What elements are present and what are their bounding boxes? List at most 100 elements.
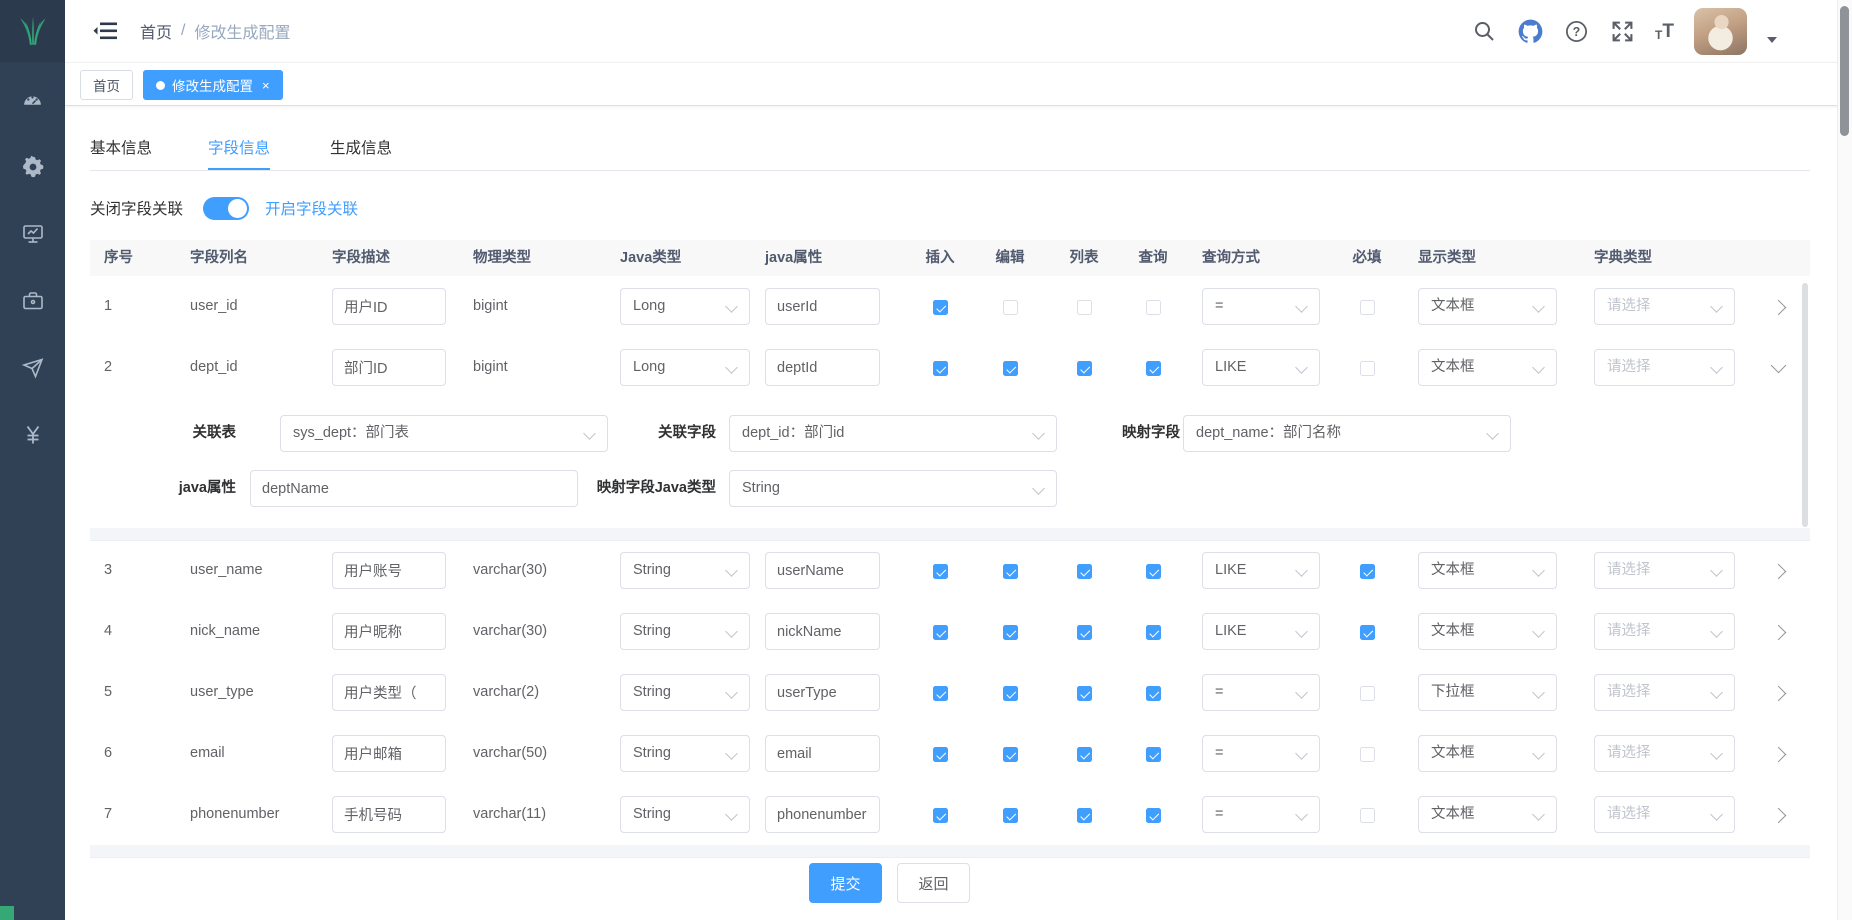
list-checkbox[interactable]: [1077, 808, 1092, 823]
sidebar-item-dashboard-gauge[interactable]: [0, 66, 65, 133]
insert-checkbox[interactable]: [933, 300, 948, 315]
list-checkbox[interactable]: [1077, 300, 1092, 315]
column-comment-input[interactable]: [332, 796, 446, 833]
query-checkbox[interactable]: [1146, 808, 1161, 823]
query-checkbox[interactable]: [1146, 361, 1161, 376]
dict-type-select[interactable]: 请选择: [1594, 735, 1735, 772]
dict-type-select[interactable]: 请选择: [1594, 613, 1735, 650]
java-type-select[interactable]: String: [620, 552, 750, 589]
expand-row-icon[interactable]: [1771, 564, 1787, 580]
java-type-select[interactable]: Long: [620, 349, 750, 386]
list-checkbox[interactable]: [1077, 564, 1092, 579]
expand-row-icon[interactable]: [1771, 625, 1787, 641]
tag-close-icon[interactable]: ×: [262, 79, 270, 92]
back-button[interactable]: 返回: [897, 863, 970, 903]
table-scrollbar-thumb[interactable]: [1802, 283, 1808, 527]
expand-row-icon[interactable]: [1771, 747, 1787, 763]
java_attr-input[interactable]: [250, 470, 578, 507]
query-type-select[interactable]: =: [1202, 674, 1320, 711]
font-size-icon[interactable]: TT: [1655, 22, 1674, 41]
column-comment-input[interactable]: [332, 552, 446, 589]
app-logo[interactable]: [0, 0, 65, 62]
github-icon[interactable]: [1517, 18, 1543, 44]
java-type-select[interactable]: String: [620, 613, 750, 650]
query-checkbox[interactable]: [1146, 747, 1161, 762]
search-icon[interactable]: [1471, 18, 1497, 44]
query-checkbox[interactable]: [1146, 300, 1161, 315]
required-checkbox[interactable]: [1360, 686, 1375, 701]
insert-checkbox[interactable]: [933, 564, 948, 579]
breadcrumb-home[interactable]: 首页: [140, 19, 172, 43]
java-field-input[interactable]: [765, 349, 880, 386]
java-type-select[interactable]: Long: [620, 288, 750, 325]
map_field-select[interactable]: dept_name：部门名称: [1183, 415, 1511, 452]
query-checkbox[interactable]: [1146, 686, 1161, 701]
edit-checkbox[interactable]: [1003, 361, 1018, 376]
java-field-input[interactable]: [765, 288, 880, 325]
query-type-select[interactable]: =: [1202, 735, 1320, 772]
required-checkbox[interactable]: [1360, 747, 1375, 762]
java-type-select[interactable]: String: [620, 674, 750, 711]
edit-checkbox[interactable]: [1003, 300, 1018, 315]
query-type-select[interactable]: LIKE: [1202, 349, 1320, 386]
assoc_table-select[interactable]: sys_dept：部门表: [280, 415, 608, 452]
tab-field-info[interactable]: 字段信息: [208, 128, 270, 169]
query-type-select[interactable]: LIKE: [1202, 552, 1320, 589]
insert-checkbox[interactable]: [933, 625, 948, 640]
edit-checkbox[interactable]: [1003, 564, 1018, 579]
edit-checkbox[interactable]: [1003, 686, 1018, 701]
java-type-select[interactable]: String: [620, 796, 750, 833]
insert-checkbox[interactable]: [933, 361, 948, 376]
query-type-select[interactable]: =: [1202, 796, 1320, 833]
query-checkbox[interactable]: [1146, 564, 1161, 579]
expand-row-icon[interactable]: [1771, 686, 1787, 702]
query-type-select[interactable]: LIKE: [1202, 613, 1320, 650]
edit-checkbox[interactable]: [1003, 808, 1018, 823]
sidebar-item-settings-gear[interactable]: [0, 133, 65, 200]
java-field-input[interactable]: [765, 613, 880, 650]
java-field-input[interactable]: [765, 735, 880, 772]
query-type-select[interactable]: =: [1202, 288, 1320, 325]
list-checkbox[interactable]: [1077, 747, 1092, 762]
column-comment-input[interactable]: [332, 674, 446, 711]
html-type-select[interactable]: 文本框: [1418, 613, 1557, 650]
required-checkbox[interactable]: [1360, 361, 1375, 376]
column-comment-input[interactable]: [332, 288, 446, 325]
column-comment-input[interactable]: [332, 735, 446, 772]
column-comment-input[interactable]: [332, 349, 446, 386]
dict-type-select[interactable]: 请选择: [1594, 288, 1735, 325]
map_java_type-select[interactable]: String: [729, 470, 1057, 507]
list-checkbox[interactable]: [1077, 361, 1092, 376]
tag-active[interactable]: 修改生成配置×: [143, 70, 283, 100]
required-checkbox[interactable]: [1360, 625, 1375, 640]
html-type-select[interactable]: 文本框: [1418, 735, 1557, 772]
field-association-switch[interactable]: [203, 197, 249, 220]
open-field-association-link[interactable]: 开启字段关联: [265, 197, 358, 219]
java-type-select[interactable]: String: [620, 735, 750, 772]
java-field-input[interactable]: [765, 552, 880, 589]
page-scrollbar-thumb[interactable]: [1840, 6, 1849, 136]
list-checkbox[interactable]: [1077, 625, 1092, 640]
dict-type-select[interactable]: 请选择: [1594, 552, 1735, 589]
html-type-select[interactable]: 文本框: [1418, 288, 1557, 325]
required-checkbox[interactable]: [1360, 300, 1375, 315]
avatar-caret-down-icon[interactable]: [1767, 37, 1777, 43]
sidebar-item-briefcase[interactable]: [0, 267, 65, 334]
assoc_field-select[interactable]: dept_id：部门id: [729, 415, 1057, 452]
page-scrollbar[interactable]: [1837, 0, 1852, 920]
html-type-select[interactable]: 文本框: [1418, 552, 1557, 589]
fullscreen-icon[interactable]: [1609, 18, 1635, 44]
column-comment-input[interactable]: [332, 613, 446, 650]
edit-checkbox[interactable]: [1003, 625, 1018, 640]
java-field-input[interactable]: [765, 674, 880, 711]
edit-checkbox[interactable]: [1003, 747, 1018, 762]
required-checkbox[interactable]: [1360, 808, 1375, 823]
tab-gen-info[interactable]: 生成信息: [330, 128, 392, 169]
sidebar-item-monitor-chart[interactable]: [0, 200, 65, 267]
java-field-input[interactable]: [765, 796, 880, 833]
insert-checkbox[interactable]: [933, 747, 948, 762]
insert-checkbox[interactable]: [933, 686, 948, 701]
submit-button[interactable]: 提交: [809, 863, 882, 903]
sidebar-item-yuan[interactable]: [0, 401, 65, 468]
list-checkbox[interactable]: [1077, 686, 1092, 701]
